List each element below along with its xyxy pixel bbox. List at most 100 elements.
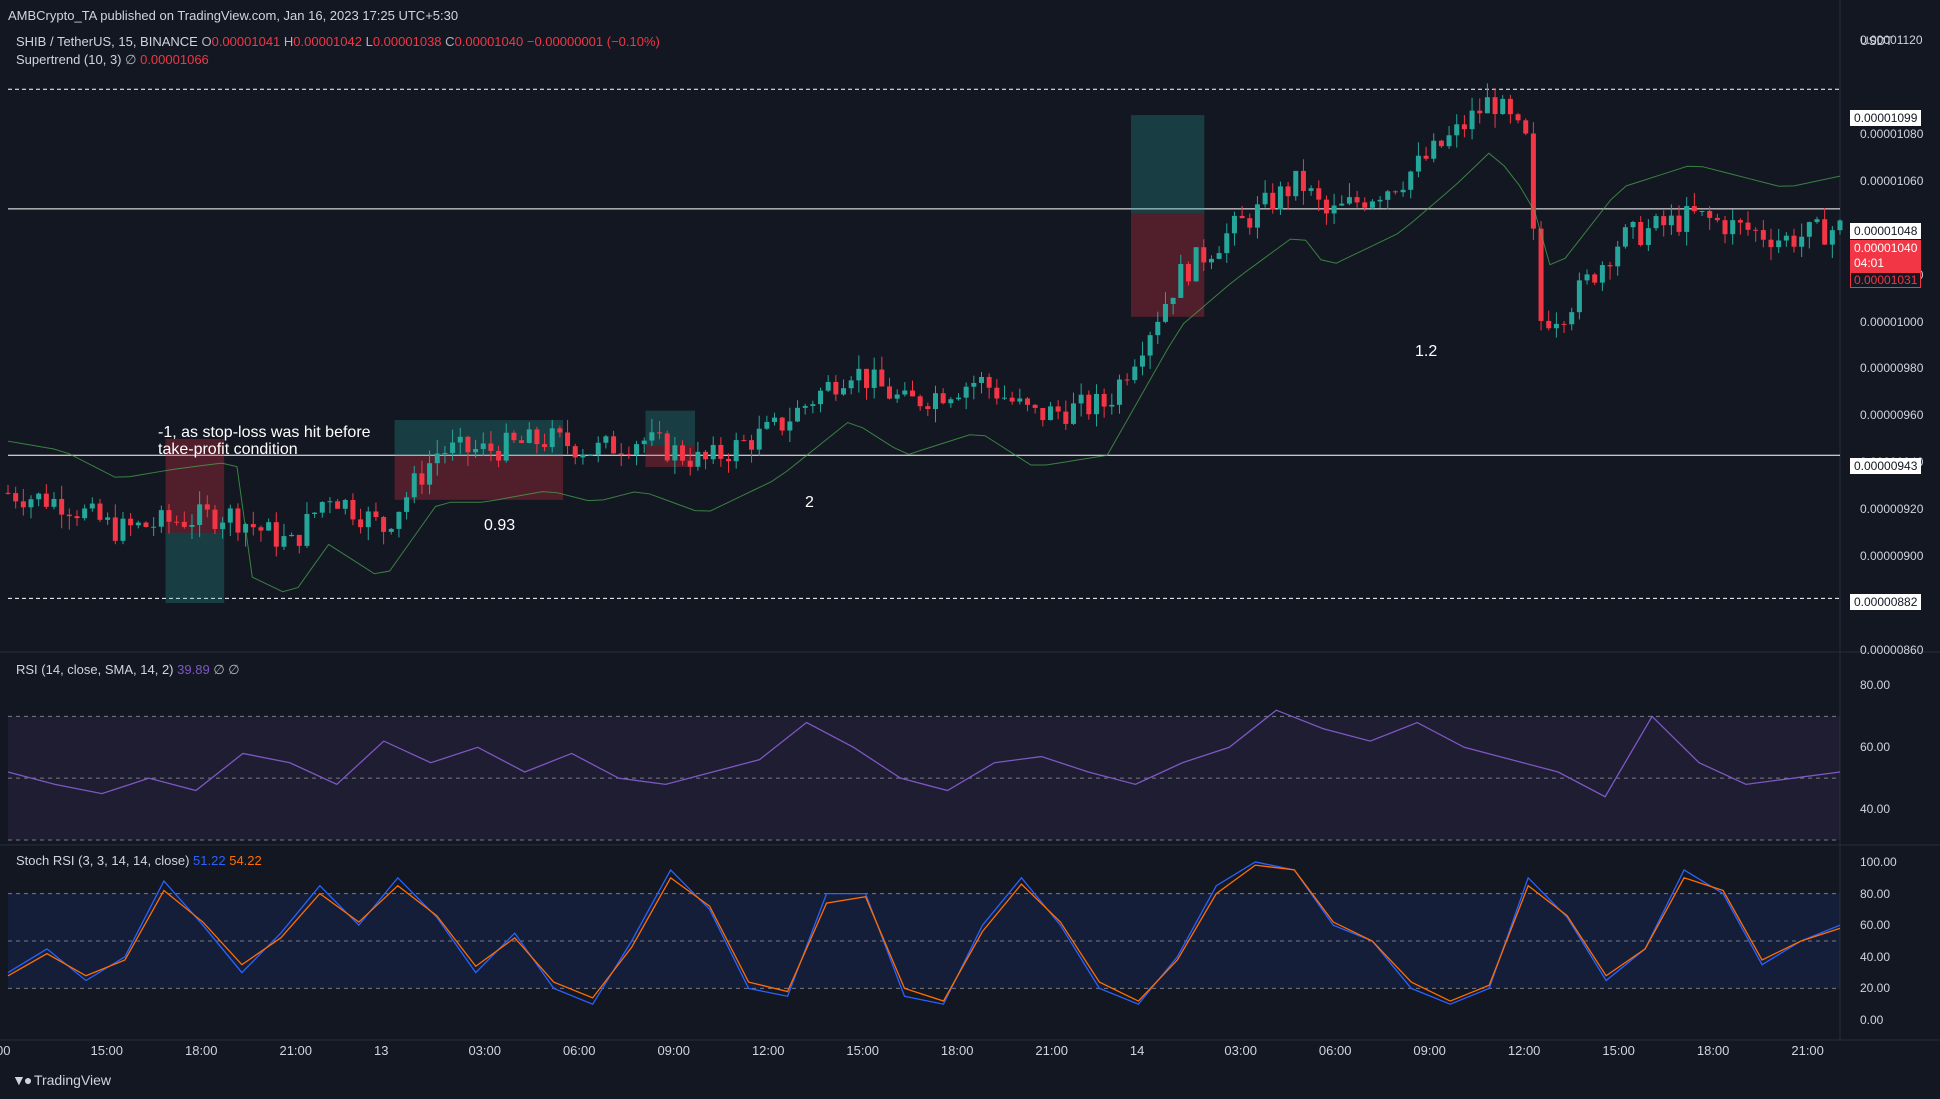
candle-body: [20, 501, 26, 508]
candle-body: [82, 508, 88, 519]
candle-body: [1277, 186, 1283, 210]
time-tick-label: 15:00: [846, 1043, 879, 1058]
rsi-legend[interactable]: RSI (14, close, SMA, 14, 2) 39.89 ∅ ∅: [16, 662, 240, 678]
main-legend[interactable]: SHIB / TetherUS, 15, BINANCE O0.00001041…: [16, 34, 660, 49]
price-tick-label: 0.00000900: [1860, 549, 1924, 564]
candle-body: [427, 463, 433, 485]
candle-body: [1783, 235, 1789, 241]
candle-body: [1829, 230, 1835, 245]
price-tick-label: 0.00000960: [1860, 408, 1924, 423]
rsi-extra: ∅ ∅: [213, 662, 240, 677]
candle-body: [864, 368, 870, 388]
candle-body: [1170, 297, 1176, 304]
candle-body: [1385, 191, 1391, 200]
candle-body: [917, 396, 923, 407]
candle-body: [549, 428, 555, 448]
candle-body: [1178, 263, 1184, 298]
candle-body: [1423, 155, 1429, 159]
candle-body: [1086, 394, 1092, 415]
candle-body: [1461, 124, 1467, 130]
candle-body: [1147, 335, 1153, 356]
time-tick-label: 14: [1129, 1043, 1145, 1058]
candle-body: [910, 390, 916, 397]
candle-countdown: 04:01: [1854, 256, 1885, 270]
candle-body: [1101, 393, 1107, 407]
level-badge-1048: 0.00001048: [1850, 223, 1922, 239]
open-value: 0.00001041: [211, 34, 281, 49]
candle-body: [342, 499, 348, 509]
candle-body: [1653, 216, 1659, 229]
candle-body: [281, 536, 287, 547]
stoch-tick-label: 60.00: [1860, 918, 1891, 933]
time-tick-label: 15:00: [90, 1043, 124, 1058]
candle-body: [1722, 220, 1728, 235]
candle-body: [565, 432, 571, 447]
candle-body: [1668, 215, 1674, 226]
supertrend-legend[interactable]: Supertrend (10, 3) ∅ 0.00001066: [16, 52, 209, 68]
candle-body: [97, 503, 103, 520]
candle-body: [1553, 323, 1559, 329]
candle-body: [1707, 210, 1713, 218]
time-tick-label: 03:00: [468, 1043, 501, 1058]
candle-body: [419, 473, 425, 485]
candle-body: [1469, 110, 1475, 130]
candle-body: [1684, 206, 1690, 232]
stoch-legend[interactable]: Stoch RSI (3, 3, 14, 14, close) 51.22 54…: [16, 853, 262, 868]
rsi-tick-label: 60.00: [1860, 740, 1891, 755]
candle-body: [726, 458, 732, 462]
price-tick-label: 0.00001000: [1860, 314, 1924, 329]
candle-body: [1331, 205, 1337, 214]
candle-body: [787, 421, 793, 431]
candle-body: [1001, 397, 1007, 399]
trade-label-1-2: 1.2: [1415, 343, 1438, 360]
candle-body: [1300, 170, 1306, 191]
candle-body: [350, 499, 356, 520]
candle-body: [1714, 217, 1720, 221]
candle-body: [204, 504, 210, 510]
candle-body: [1254, 204, 1260, 228]
candle-body: [1454, 124, 1460, 136]
candle-body: [572, 446, 578, 458]
candle-body: [358, 519, 364, 528]
candle-body: [1799, 236, 1805, 247]
candle-body: [1116, 379, 1122, 405]
time-tick-label: 21:00: [1791, 1043, 1824, 1058]
candle-body: [1431, 140, 1437, 159]
candle-body: [1231, 215, 1237, 234]
candle-body: [5, 492, 11, 494]
candle-body: [649, 432, 655, 441]
candle-body: [1155, 321, 1161, 336]
candle-body: [1070, 403, 1076, 424]
candle-body: [871, 369, 877, 388]
time-tick-label: 18:00: [940, 1043, 974, 1058]
candle-body: [1446, 135, 1452, 147]
candle-body: [1009, 397, 1015, 402]
candle-body: [664, 433, 670, 461]
candle-body: [1561, 323, 1567, 325]
open-label: O: [201, 34, 212, 49]
candle-body: [181, 521, 187, 527]
candle-body: [488, 443, 494, 451]
candle-body: [51, 498, 57, 507]
candle-body: [365, 511, 371, 528]
tradingview-logo[interactable]: ▼● TradingView: [12, 1072, 111, 1088]
candle-body: [1622, 227, 1628, 247]
candle-body: [925, 406, 931, 410]
candle-body: [373, 511, 379, 518]
candle-body: [304, 514, 310, 546]
candle-body: [603, 436, 609, 443]
candle-body: [388, 528, 394, 532]
time-tick-label: 00: [0, 1043, 11, 1058]
candle-body: [1515, 114, 1521, 121]
candle-body: [396, 511, 402, 529]
candle-body: [887, 386, 893, 399]
chart-canvas[interactable]: [0, 0, 1940, 1099]
candle-body: [1837, 220, 1843, 231]
candle-body: [235, 508, 241, 533]
candle-body: [1546, 320, 1552, 329]
candle-body: [557, 428, 563, 433]
stoch-tick-label: 40.00: [1860, 949, 1891, 964]
candle-body: [1224, 233, 1230, 254]
candle-body: [1592, 274, 1598, 283]
candle-body: [1216, 253, 1222, 259]
